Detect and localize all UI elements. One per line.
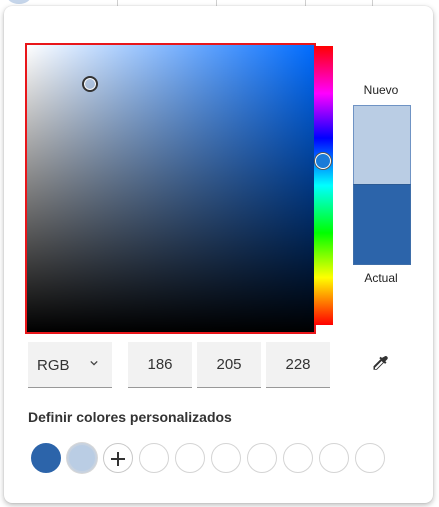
color-picker-dialog: Nuevo Actual RGB 186 205 228 Definir col… xyxy=(4,6,433,503)
custom-colors-title: Definir colores personalizados xyxy=(28,409,232,425)
saturation-value-area[interactable] xyxy=(25,43,316,334)
empty-color-slot[interactable] xyxy=(139,443,169,473)
empty-color-slot[interactable] xyxy=(247,443,277,473)
add-custom-color-button[interactable] xyxy=(103,443,133,473)
red-input[interactable]: 186 xyxy=(128,342,192,388)
plus-icon xyxy=(117,452,119,466)
blue-input[interactable]: 228 xyxy=(266,342,330,388)
empty-color-slot[interactable] xyxy=(319,443,349,473)
hue-slider[interactable] xyxy=(314,46,333,325)
empty-color-slot[interactable] xyxy=(283,443,313,473)
new-color-swatch xyxy=(353,105,411,184)
hue-slider-handle[interactable] xyxy=(315,153,331,169)
empty-color-slot[interactable] xyxy=(355,443,385,473)
empty-color-slot[interactable] xyxy=(211,443,241,473)
custom-color-swatch[interactable] xyxy=(67,443,97,473)
new-color-label: Nuevo xyxy=(363,83,399,97)
empty-color-slot[interactable] xyxy=(175,443,205,473)
color-mode-select[interactable]: RGB xyxy=(28,342,112,388)
color-mode-value: RGB xyxy=(37,357,70,374)
eyedropper-icon[interactable] xyxy=(370,354,390,374)
chevron-down-icon xyxy=(90,360,98,366)
saturation-value-handle[interactable] xyxy=(82,76,98,92)
current-color-label: Actual xyxy=(364,271,398,285)
current-color-swatch xyxy=(353,184,411,265)
custom-color-swatch[interactable] xyxy=(31,443,61,473)
green-input[interactable]: 205 xyxy=(197,342,261,388)
